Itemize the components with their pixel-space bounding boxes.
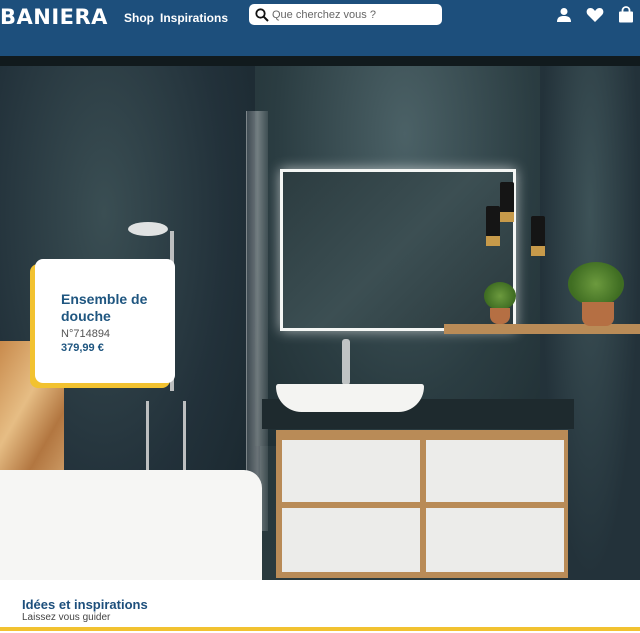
- product-reference: N°714894: [61, 328, 111, 340]
- scene-lamp: [486, 206, 500, 246]
- section-subtitle: Laissez vous guider: [22, 612, 111, 623]
- accent-bar: [0, 627, 640, 631]
- scene-pot: [490, 308, 510, 324]
- scene-sink: [276, 384, 424, 412]
- user-icon[interactable]: [556, 7, 572, 23]
- scene-shelf: [444, 324, 640, 334]
- scene-shower-glass: [246, 111, 268, 531]
- scene-drawer: [426, 508, 564, 572]
- product-card[interactable]: Ensemble de douche N°714894 379,99 €: [35, 259, 175, 383]
- scene-lamp: [531, 216, 545, 256]
- inspiration-section: Idées et inspirations Laissez vous guide…: [0, 580, 640, 633]
- scene-ceiling: [0, 56, 640, 66]
- scene-pot: [582, 302, 614, 326]
- scene-bathtub: [0, 470, 262, 580]
- product-title[interactable]: Ensemble de douche: [61, 291, 175, 325]
- scene-faucet: [342, 339, 350, 385]
- site-header: BANIERA Shop Inspirations: [0, 0, 640, 56]
- heart-icon[interactable]: [586, 7, 604, 23]
- scene-drawer: [282, 440, 420, 502]
- nav-inspirations[interactable]: Inspirations: [160, 11, 228, 25]
- search-icon[interactable]: [255, 7, 269, 22]
- cart-icon[interactable]: [618, 6, 634, 23]
- section-title: Idées et inspirations: [22, 597, 148, 612]
- scene-plant: [484, 282, 516, 310]
- header-icons: [556, 6, 634, 23]
- logo[interactable]: BANIERA: [0, 5, 108, 29]
- scene-shower-head: [128, 222, 168, 236]
- scene-plant: [568, 262, 624, 306]
- main-nav: Shop Inspirations: [124, 11, 228, 25]
- scene-lamp: [500, 182, 514, 222]
- search-bar[interactable]: [249, 4, 442, 25]
- scene-drawer: [282, 508, 420, 572]
- scene-drawer: [426, 440, 564, 502]
- scene-cabinet: [276, 430, 568, 578]
- search-input[interactable]: [272, 8, 432, 21]
- product-price: 379,99 €: [61, 342, 104, 354]
- nav-shop[interactable]: Shop: [124, 11, 154, 25]
- scene-mirror: [280, 169, 516, 331]
